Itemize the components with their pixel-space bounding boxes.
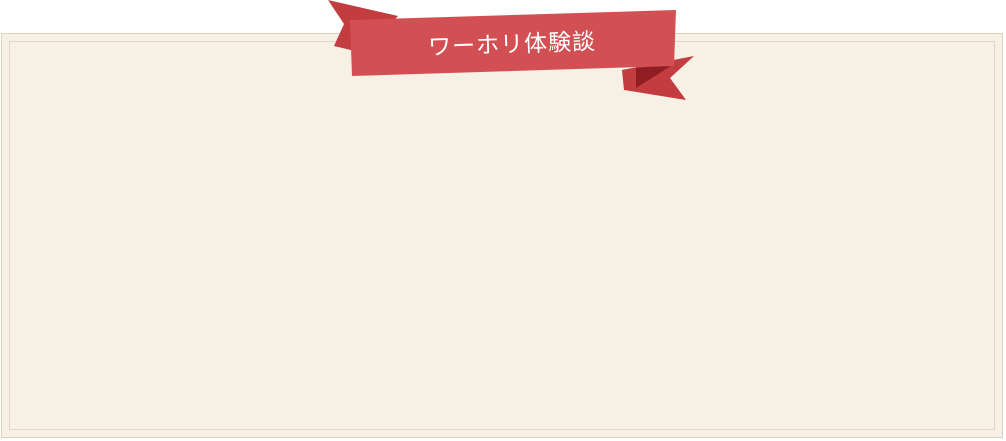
title-ribbon: ワーホリ体験談 (320, 0, 705, 105)
